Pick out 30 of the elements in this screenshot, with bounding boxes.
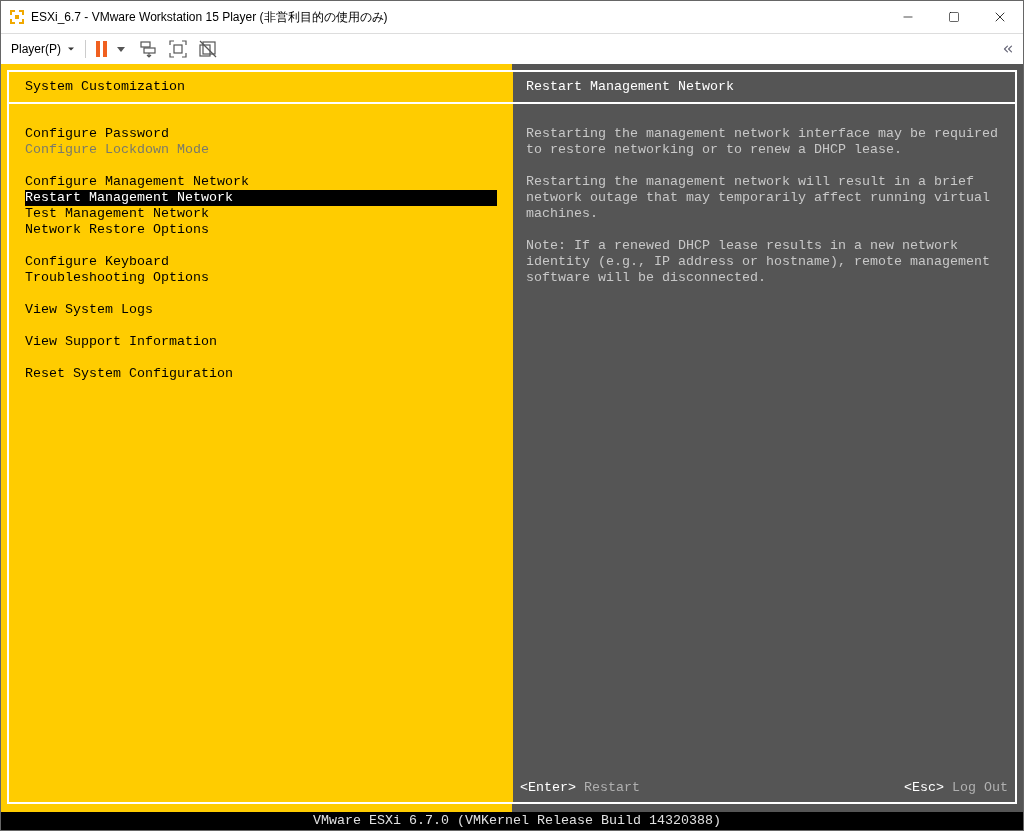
menu-item[interactable]: Restart Management Network	[25, 190, 497, 206]
menu-item[interactable]: View Support Information	[25, 334, 497, 350]
app-logo-icon	[9, 9, 25, 25]
menu-item[interactable]: Configure Keyboard	[25, 254, 497, 270]
menu-item[interactable]: Test Management Network	[25, 206, 497, 222]
menu-item[interactable]: Troubleshooting Options	[25, 270, 497, 286]
action-label: Log Out	[952, 780, 1008, 796]
key-hint: <Enter>	[520, 780, 576, 796]
send-keys-icon[interactable]	[139, 40, 157, 58]
panel-title: Restart Management Network	[526, 78, 734, 96]
status-bar: VMware ESXi 6.7.0 (VMKernel Release Build 14320388)	[1, 812, 1023, 830]
panel-title: System Customization	[25, 78, 185, 96]
window-title: ESXi_6.7 - VMware Workstation 15 Player (非営利目的の使用のみ)	[31, 9, 388, 26]
player-menu[interactable]: Player(P)	[11, 40, 77, 58]
collapse-icon[interactable]	[1001, 42, 1015, 56]
key-hint: <Esc>	[904, 780, 944, 796]
action-label: Restart	[584, 780, 640, 796]
menu-item[interactable]: View System Logs	[25, 302, 497, 318]
menu-item[interactable]: Configure Management Network	[25, 174, 497, 190]
description-paragraph: Restarting the management network interface may be required to restore networking or to renew a DHCP lease.	[526, 126, 999, 158]
menu-item[interactable]: Configure Password	[25, 126, 497, 142]
description-paragraph: Restarting the management network will result in a brief network outage that may temporarily affect running virtual machines.	[526, 174, 991, 222]
description-paragraph: Note: If a renewed DHCP lease results in a new network identity (e.g., IP address or hostname), remote management software will be disconnected.	[526, 238, 991, 286]
fullscreen-icon[interactable]	[169, 40, 187, 58]
pause-button[interactable]	[94, 39, 109, 59]
maximize-icon[interactable]	[948, 11, 960, 23]
menu-item[interactable]: Reset System Configuration	[25, 366, 497, 382]
unity-off-icon[interactable]	[199, 40, 217, 58]
menu-item[interactable]: Network Restore Options	[25, 222, 497, 238]
caret-icon[interactable]	[117, 46, 125, 52]
